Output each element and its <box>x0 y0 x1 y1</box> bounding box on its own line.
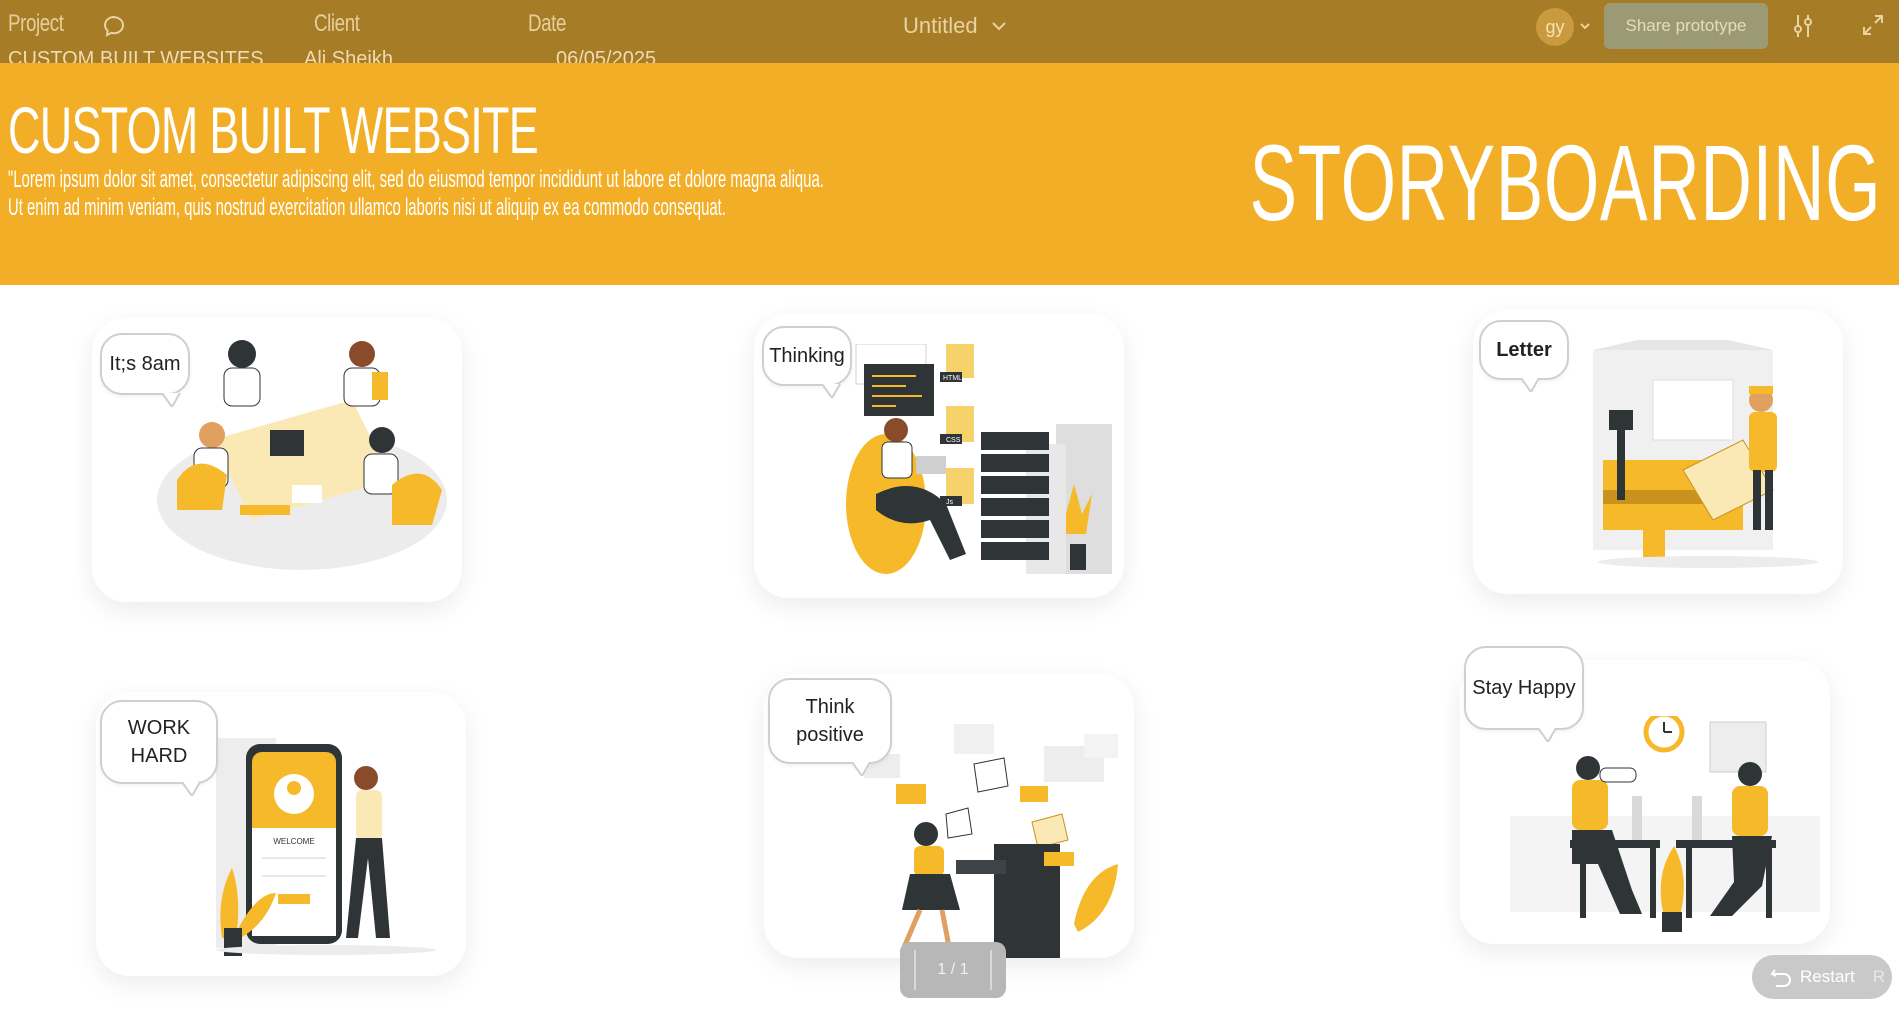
speech-bubble: Thinking <box>762 326 852 398</box>
client-label: Client <box>314 10 360 37</box>
description: "Lorem ipsum dolor sit amet, consectetur… <box>8 166 824 222</box>
speech-bubble: Letter <box>1479 320 1569 392</box>
storyboard-frame-6[interactable]: Stay Happy <box>1460 646 1830 944</box>
mobile-app-illustration: WELCOME <box>216 738 436 956</box>
bubble-tail <box>1521 378 1540 392</box>
restart-label: Restart <box>1800 967 1855 986</box>
description-line-2: Ut enim ad minim veniam, quis nostrud ex… <box>8 194 726 221</box>
project-label: Project <box>8 10 64 37</box>
page-indicator-text: 1 / 1 <box>937 961 969 978</box>
speech-bubble: Think positive <box>768 678 892 776</box>
restart-shortcut: R <box>1872 967 1886 986</box>
js-tag: Js <box>946 499 954 506</box>
speech-bubble: Stay Happy <box>1464 646 1584 742</box>
bubble-tail <box>162 393 181 407</box>
bubble-text: Stay Happy <box>1472 677 1576 699</box>
expand-icon[interactable] <box>1862 14 1884 36</box>
bubble-tail <box>852 762 871 776</box>
speech-bubble: It;s 8am <box>100 333 190 407</box>
bubble-tail <box>1538 728 1557 742</box>
bubble-tail <box>182 782 201 796</box>
bubble-text: Letter <box>1496 339 1552 361</box>
storyboard-frame-1[interactable]: It;s 8am <box>92 318 462 602</box>
site-title: CUSTOM BUILT WEBSITE <box>8 93 539 167</box>
office-coworkers-illustration <box>1510 716 1820 932</box>
page-indicator[interactable]: 1 / 1 <box>900 942 1006 998</box>
file-title: Untitled <box>903 13 978 38</box>
bubble-text: Think positive <box>796 696 864 746</box>
developer-illustration: HTML CSS Js <box>846 344 1112 574</box>
settings-sliders-icon[interactable] <box>1790 13 1816 39</box>
bubble-tail <box>822 384 841 398</box>
bubble-text: It;s 8am <box>109 353 181 375</box>
file-title-dropdown[interactable]: Untitled <box>903 13 1006 39</box>
css-tag: CSS <box>946 437 961 444</box>
top-bar: Project Client Date Untitled gy Share pr… <box>0 0 1899 63</box>
restart-button[interactable]: Restart R <box>1752 955 1892 999</box>
date-label: Date <box>528 10 566 37</box>
avatar-initials: gy <box>1545 16 1565 37</box>
storyboard-frame-3[interactable]: Letter <box>1473 310 1843 594</box>
storyboard-frame-2[interactable]: HTML CSS Js Thinking <box>754 314 1124 598</box>
filing-cabinet-illustration <box>864 724 1118 958</box>
storyboard-frame-5[interactable]: Think positive <box>764 674 1134 958</box>
restart-icon <box>1770 969 1791 987</box>
chevron-down-icon[interactable] <box>1578 20 1592 32</box>
storyboarding-title: STORYBOARDING <box>1249 122 1881 243</box>
mailbox-delivery-illustration <box>1593 340 1818 568</box>
chevron-down-icon <box>991 22 1006 31</box>
bubble-text: WORK HARD <box>127 717 191 767</box>
description-line-1: "Lorem ipsum dolor sit amet, consectetur… <box>8 166 824 193</box>
welcome-text: WELCOME <box>273 837 314 846</box>
speech-bubble: WORK HARD <box>100 700 218 796</box>
team-meeting-illustration <box>157 340 447 570</box>
html-tag: HTML <box>943 375 962 382</box>
share-prototype-button[interactable]: Share prototype <box>1604 3 1768 49</box>
storyboard-frame-4[interactable]: WELCOME WORK HARD <box>96 692 466 976</box>
chat-icon[interactable] <box>102 14 126 38</box>
bubble-text: Thinking <box>769 345 845 367</box>
avatar[interactable]: gy <box>1536 8 1574 46</box>
